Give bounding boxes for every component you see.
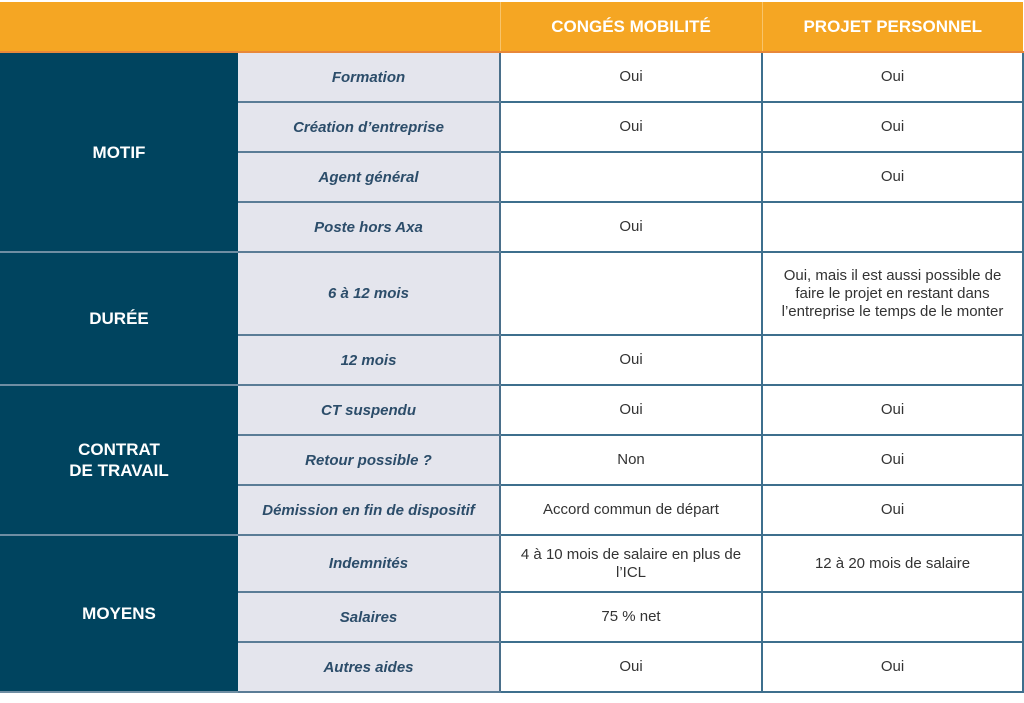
cell-conges-mobilite: Oui <box>500 385 763 436</box>
row-label: Retour possible ? <box>238 435 501 486</box>
cell-projet-personnel <box>762 335 1024 386</box>
header-corner <box>0 2 500 53</box>
cell-projet-personnel: Oui <box>762 435 1024 486</box>
cell-projet-personnel: Oui <box>762 642 1024 693</box>
cell-projet-personnel: Oui <box>762 102 1024 153</box>
cell-projet-personnel: Oui <box>762 52 1024 103</box>
group-name-line2: DE TRAVAIL <box>69 461 169 480</box>
cell-projet-personnel <box>762 592 1024 643</box>
table-row: DURÉE 6 à 12 mois Oui, mais il est aussi… <box>0 252 1024 386</box>
row-label: Création d’entreprise <box>238 102 501 153</box>
cell-projet-personnel: Oui <box>762 152 1024 203</box>
table-row: CONTRAT DE TRAVAIL CT suspendu Oui Oui <box>0 385 1024 536</box>
group-motif: MOTIF <box>0 52 238 253</box>
cell-conges-mobilite: Accord commun de départ <box>500 485 763 536</box>
group-contrat-de-travail: CONTRAT DE TRAVAIL <box>0 385 238 536</box>
column-header-conges-mobilite: CONGÉS MOBILITÉ <box>499 2 762 53</box>
group-name-line1: CONTRAT <box>78 440 160 459</box>
row-label: 12 mois <box>238 335 501 386</box>
header-row: CONGÉS MOBILITÉ PROJET PERSONNEL <box>0 2 1023 53</box>
group-moyens: MOYENS <box>0 535 238 693</box>
cell-conges-mobilite <box>500 252 763 336</box>
cell-projet-personnel: Oui, mais il est aussi possible de faire… <box>762 252 1024 336</box>
cell-projet-personnel: Oui <box>762 485 1024 536</box>
group-duree: DURÉE <box>0 252 238 386</box>
table-row: MOYENS Indemnités 4 à 10 mois de salaire… <box>0 535 1024 693</box>
row-label: 6 à 12 mois <box>238 252 501 336</box>
cell-projet-personnel: Oui <box>762 385 1024 436</box>
row-label: CT suspendu <box>238 385 501 436</box>
row-label: Autres aides <box>238 642 501 693</box>
cell-conges-mobilite: Oui <box>500 202 763 253</box>
row-label: Agent général <box>238 152 501 203</box>
cell-conges-mobilite: Oui <box>500 52 763 103</box>
comparison-table: CONGÉS MOBILITÉ PROJET PERSONNEL MOTIF F… <box>0 2 1024 693</box>
cell-conges-mobilite: Oui <box>500 642 763 693</box>
cell-conges-mobilite: Non <box>500 435 763 486</box>
table-row: MOTIF Formation Oui Oui <box>0 52 1024 253</box>
cell-conges-mobilite: Oui <box>500 335 763 386</box>
row-label: Formation <box>238 52 501 103</box>
cell-projet-personnel <box>762 202 1024 253</box>
row-label: Salaires <box>238 592 501 643</box>
cell-conges-mobilite: 75 % net <box>500 592 763 643</box>
row-label: Démission en fin de dispositif <box>238 485 501 536</box>
row-label: Indemnités <box>238 535 501 593</box>
cell-conges-mobilite: 4 à 10 mois de salaire en plus de l’ICL <box>500 535 763 593</box>
row-label: Poste hors Axa <box>238 202 501 253</box>
column-header-projet-personnel: PROJET PERSONNEL <box>761 2 1023 53</box>
cell-conges-mobilite: Oui <box>500 102 763 153</box>
cell-projet-personnel: 12 à 20 mois de salaire <box>762 535 1024 593</box>
cell-conges-mobilite <box>500 152 763 203</box>
